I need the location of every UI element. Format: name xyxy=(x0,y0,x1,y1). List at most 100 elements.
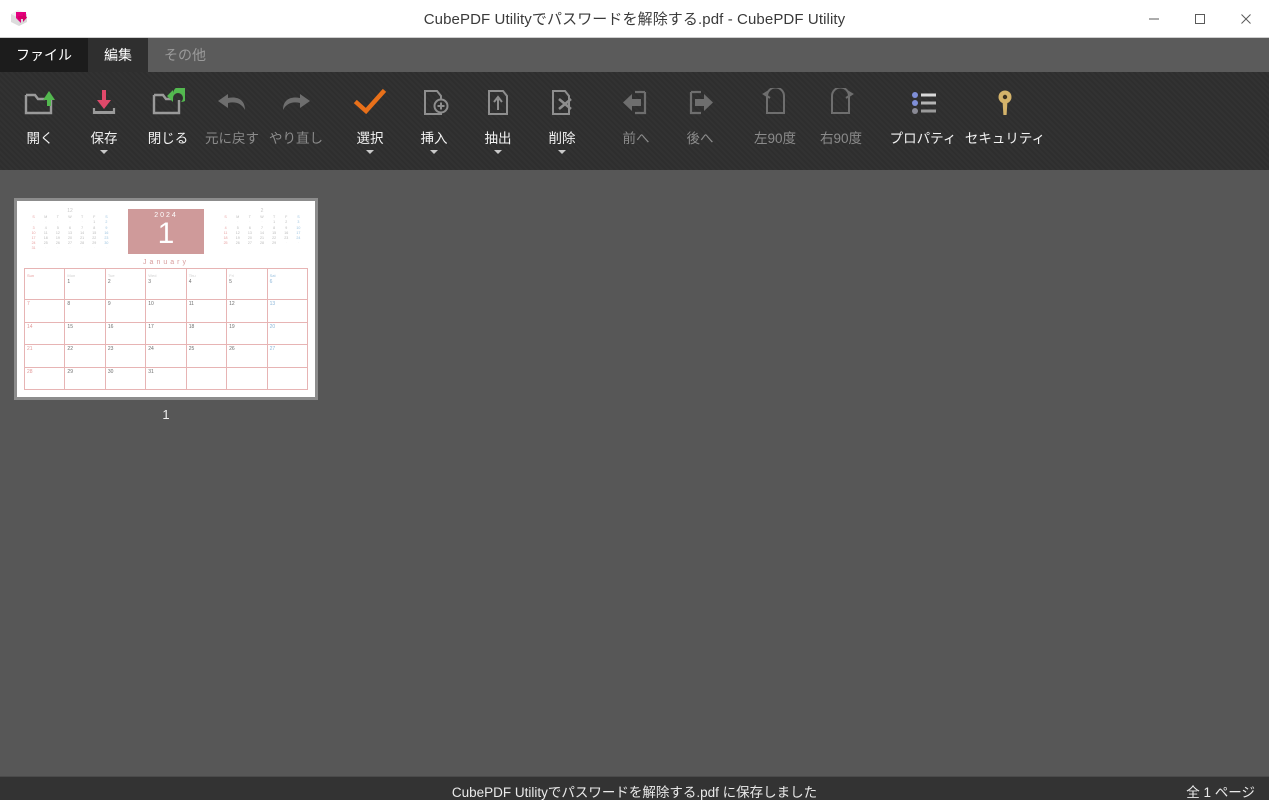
calendar-dow-header: Sun xyxy=(25,269,66,278)
tab-file-label: ファイル xyxy=(16,47,72,63)
calendar-dow-header: Mon xyxy=(65,269,106,278)
toolbar-button-close-file[interactable]: 閉じる xyxy=(136,82,200,147)
page-insert-icon xyxy=(417,86,451,120)
calendar-day-cell: 9 xyxy=(105,300,147,323)
move-backward-icon xyxy=(619,86,653,120)
tab-edit-label: 編集 xyxy=(104,47,132,63)
mini-calendar-day: · xyxy=(69,246,71,251)
calendar-dow-header: Wed xyxy=(146,269,187,278)
page-thumbnail-area[interactable]: 12 S M T W T F S · · · · · 1 2 3 4 5 6 7 8 9 10 11 12 13 14 15 16 17… xyxy=(0,170,1269,776)
tab-file[interactable]: ファイル xyxy=(0,38,88,72)
toolbar-label-redo: やり直し xyxy=(269,131,323,146)
tab-other[interactable]: その他 xyxy=(148,38,222,72)
toolbar-button-move-forward[interactable]: 後へ xyxy=(668,82,732,147)
calendar-day-cell: 12 xyxy=(227,300,268,323)
move-forward-icon xyxy=(683,86,717,120)
toolbar-button-undo[interactable]: 元に戻す xyxy=(200,82,264,147)
calendar-day-cell: 3 xyxy=(146,278,187,301)
toolbar-button-save[interactable]: 保存 xyxy=(72,82,136,154)
calendar-day-cell: 1 xyxy=(65,278,106,301)
toolbar-button-rotate-left[interactable]: 左90度 xyxy=(742,82,808,147)
status-message: CubePDF Utilityでパスワードを解除する.pdf に保存しました xyxy=(451,784,818,800)
calendar-day-cell: 27 xyxy=(267,345,308,368)
toolbar-caret-save[interactable] xyxy=(100,150,108,154)
calendar-month-block: 2024 1 January xyxy=(128,209,204,266)
toolbar-label-insert: 挿入 xyxy=(420,131,448,146)
toolbar-button-extract[interactable]: 抽出 xyxy=(466,82,530,154)
mini-calendar-day: 26 xyxy=(235,241,240,246)
toolbar-caret-delete[interactable] xyxy=(558,150,566,154)
rotate-right-icon xyxy=(824,86,858,120)
toolbar-button-redo[interactable]: やり直し xyxy=(264,82,328,147)
page-number-label: 1 xyxy=(162,407,170,422)
checkmark-icon xyxy=(353,86,387,120)
calendar-day-cell xyxy=(186,367,228,390)
calendar-day-cell xyxy=(267,367,308,390)
toolbar-label-rotate-left: 左90度 xyxy=(753,131,797,146)
close-button[interactable] xyxy=(1223,0,1269,38)
calendar-day-cell: 29 xyxy=(65,367,106,390)
calendar-dow-header: Thu xyxy=(187,269,228,278)
calendar-day-cell: 13 xyxy=(267,300,308,323)
title-bar: CubePDF Utilityでパスワードを解除する.pdf - CubePDF… xyxy=(0,0,1269,38)
window-title: CubePDF Utilityでパスワードを解除する.pdf - CubePDF… xyxy=(423,11,846,28)
calendar-day-cell: 2 xyxy=(105,278,147,301)
calendar-day-cell: 17 xyxy=(146,322,187,346)
mini-calendar-day: · xyxy=(81,246,83,251)
calendar-dow-header: Fri xyxy=(227,269,268,278)
calendar-day-cell: 7 xyxy=(25,300,66,323)
mini-calendar-day: 27 xyxy=(247,241,252,246)
tab-other-label: その他 xyxy=(164,47,206,63)
toolbar-label-save: 保存 xyxy=(90,131,118,146)
maximize-button[interactable] xyxy=(1177,0,1223,38)
toolbar-button-properties[interactable]: プロパティ xyxy=(884,82,962,147)
calendar-day-cell: 18 xyxy=(186,322,228,346)
toolbar-label-open: 開く xyxy=(26,131,54,146)
mini-calendar-prev-grid: S M T W T F S · · · · · 1 2 3 4 5 6 7 8 9 10 11 12 13 14 15 16 17 18 1… xyxy=(28,215,112,251)
calendar-header: 12 S M T W T F S · · · · · 1 2 3 4 5 6 7 8 9 10 11 12 13 14 15 16 17… xyxy=(24,207,308,267)
toolbar-label-select: 選択 xyxy=(356,131,384,146)
toolbar-label-extract: 抽出 xyxy=(484,131,512,146)
calendar-day-cell: 31 xyxy=(146,367,187,390)
mini-calendar-day: 25 xyxy=(223,241,228,246)
rotate-left-icon xyxy=(758,86,792,120)
toolbar-caret-extract[interactable] xyxy=(494,150,502,154)
mini-calendar-day: 29 xyxy=(272,241,277,246)
calendar-day-cell: 14 xyxy=(25,322,66,346)
page-thumbnail-item[interactable]: 12 S M T W T F S · · · · · 1 2 3 4 5 6 7 8 9 10 11 12 13 14 15 16 17… xyxy=(14,198,318,422)
calendar-day-cell: 6 xyxy=(267,278,308,301)
toolbar-button-open[interactable]: 開く xyxy=(8,82,72,147)
mini-calendar-day: 31 xyxy=(31,246,36,251)
toolbar-button-move-backward[interactable]: 前へ xyxy=(604,82,668,147)
toolbar-button-select[interactable]: 選択 xyxy=(338,82,402,154)
undo-arrow-icon xyxy=(214,86,250,120)
tab-edit[interactable]: 編集 xyxy=(88,38,148,72)
calendar-dow-header: Sat xyxy=(268,269,308,278)
toolbar-label-move-forward: 後へ xyxy=(686,131,714,146)
page-extract-icon xyxy=(481,86,515,120)
status-page-count: 全 1 ページ xyxy=(1186,784,1255,800)
toolbar-label-undo: 元に戻す xyxy=(205,131,259,146)
mini-calendar-prev: 12 S M T W T F S · · · · · 1 2 3 4 5 6 7 8 9 10 11 12 13 14 15 16 17… xyxy=(28,208,112,252)
toolbar-caret-insert[interactable] xyxy=(430,150,438,154)
page-thumbnail-image[interactable]: 12 S M T W T F S · · · · · 1 2 3 4 5 6 7 8 9 10 11 12 13 14 15 16 17… xyxy=(14,198,318,400)
calendar-dow-header: Tue xyxy=(106,269,147,278)
calendar-day-cell: 23 xyxy=(105,345,147,368)
calendar-day-cell: 26 xyxy=(227,345,268,368)
mini-calendar-day: · xyxy=(297,241,300,246)
calendar-day-cell: 20 xyxy=(267,322,308,346)
calendar-day-cell: 11 xyxy=(186,300,228,323)
calendar-day-cell: 22 xyxy=(65,345,106,368)
calendar-month-number: 1 xyxy=(157,217,175,250)
toolbar-button-rotate-right[interactable]: 右90度 xyxy=(808,82,874,147)
main-toolbar: 開く 保存 閉じる 元に戻す やり直し 選択 挿入 抽出 削除 前へ 後へ 左9… xyxy=(0,72,1269,170)
toolbar-button-insert[interactable]: 挿入 xyxy=(402,82,466,154)
toolbar-caret-select[interactable] xyxy=(366,150,374,154)
calendar-month-name: January xyxy=(143,259,189,266)
minimize-button[interactable] xyxy=(1131,0,1177,38)
toolbar-button-security[interactable]: セキュリティ xyxy=(962,82,1048,147)
calendar-day-cell: 28 xyxy=(25,367,66,390)
toolbar-label-move-backward: 前へ xyxy=(622,131,650,146)
toolbar-button-delete[interactable]: 削除 xyxy=(530,82,594,154)
mini-calendar-day: · xyxy=(93,246,95,251)
